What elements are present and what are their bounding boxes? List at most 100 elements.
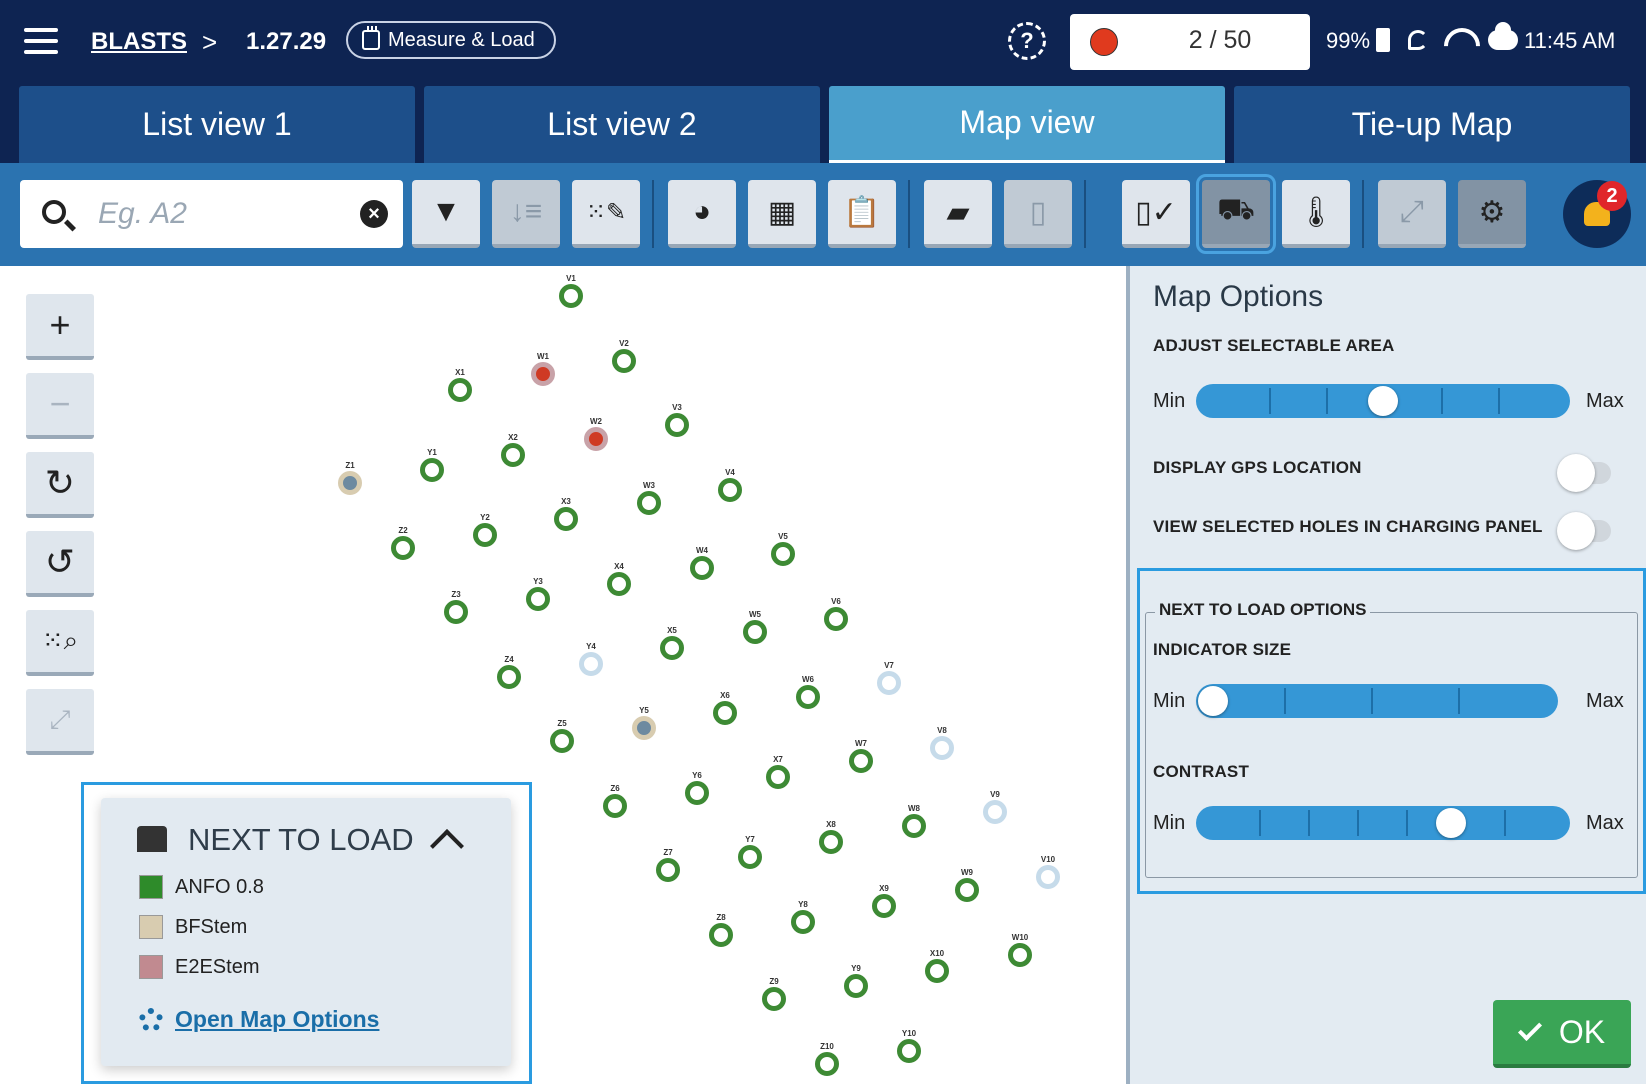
document-view-button[interactable]: ▯ (1004, 180, 1072, 248)
hole-marker (550, 729, 574, 753)
hole-label: Z4 (504, 654, 514, 664)
hole-label: Z6 (610, 783, 620, 793)
tab-list-view-2[interactable]: List view 2 (424, 86, 820, 163)
hole-label: V7 (884, 661, 894, 670)
hole-label: W1 (537, 352, 549, 361)
hole-label: Z7 (663, 848, 673, 857)
shovel-button[interactable]: ◕ (668, 180, 736, 248)
redo-button[interactable]: ↻ (26, 452, 94, 518)
hole-marker (665, 413, 689, 437)
hole-label: W10 (1011, 932, 1029, 942)
slider-knob[interactable] (1368, 386, 1398, 416)
view-selected-label: VIEW SELECTED HOLES IN CHARGING PANEL (1153, 517, 1543, 536)
hole-label: V3 (672, 403, 682, 412)
slider-tick (1441, 388, 1443, 414)
hole-label: W2 (590, 416, 602, 426)
tie-button[interactable]: ⤢ (1378, 180, 1446, 248)
hole-label: Y1 (427, 448, 437, 457)
battery-icon (1376, 28, 1390, 52)
hole-label: W4 (696, 545, 708, 555)
legend-title: NEXT TO LOAD (188, 822, 414, 857)
hole-marker (766, 765, 790, 789)
hole-marker (872, 894, 896, 918)
next-to-load-button[interactable]: ⛟ (1196, 174, 1276, 254)
undo-button[interactable]: ↺ (26, 531, 94, 597)
breadcrumb-version: 1.27.29 (246, 28, 327, 55)
hole-label: X4 (614, 561, 624, 571)
minus-icon: − (49, 383, 71, 424)
hole-marker (391, 535, 415, 560)
settings-button[interactable]: ⚙ (1458, 180, 1526, 248)
hole-marker (1008, 942, 1032, 967)
tab-map-view[interactable]: Map view (829, 86, 1225, 163)
sort-button[interactable]: ↓≡ (492, 180, 560, 248)
tab-tie-up-map[interactable]: Tie-up Map (1234, 86, 1630, 163)
undo-icon: ↺ (44, 541, 76, 582)
next-to-load-legend: NEXT TO LOAD ANFO 0.8 BFStem E2EStem Ope… (101, 798, 511, 1066)
gps-toggle[interactable] (1553, 452, 1617, 492)
clipboard-button[interactable]: 📋 (828, 180, 896, 248)
hole-label: Z8 (716, 912, 726, 922)
adjust-area-slider[interactable] (1196, 384, 1570, 418)
charge-check-button[interactable]: ▯✓ (1122, 180, 1190, 248)
hole-marker (603, 793, 627, 818)
search-input[interactable] (98, 194, 358, 234)
slider-knob[interactable] (1198, 686, 1228, 716)
legend-swatch (139, 915, 163, 939)
ok-button[interactable]: OK (1493, 1000, 1631, 1068)
hole-label: V9 (990, 790, 1000, 799)
hole-marker (877, 671, 901, 695)
clock: 11:45 AM (1524, 28, 1616, 53)
battery-level: 99% (1326, 28, 1371, 53)
toolbar-divider (1362, 180, 1364, 248)
hole-label: Y3 (533, 577, 543, 586)
temperature-button[interactable]: 🌡 (1282, 180, 1350, 248)
ok-label: OK (1558, 1013, 1606, 1050)
open-map-options-link[interactable]: Open Map Options (139, 1006, 379, 1033)
help-icon[interactable]: ? (1008, 22, 1046, 60)
indicator-size-slider[interactable] (1196, 684, 1558, 718)
open-map-options-label: Open Map Options (175, 1006, 380, 1032)
breadcrumb-blasts[interactable]: BLASTS (91, 26, 187, 58)
sort-icon: ↓≡ (509, 195, 543, 228)
mode-pill[interactable]: Measure & Load (346, 21, 556, 59)
tab-list-view-1[interactable]: List view 1 (19, 86, 415, 163)
hole-label: V10 (1040, 854, 1056, 864)
hole-marker (819, 829, 843, 854)
hole-marker (762, 987, 786, 1011)
open-folder-button[interactable]: ▰ (924, 180, 992, 248)
chevron-up-icon[interactable] (430, 829, 464, 863)
hole-marker (607, 571, 631, 596)
edit-pattern-button[interactable]: ⁙✎ (572, 180, 640, 248)
hole-label: X5 (667, 626, 677, 635)
zoom-out-button[interactable]: − (26, 373, 94, 439)
truck-icon (137, 826, 167, 852)
view-selected-toggle[interactable] (1553, 510, 1617, 550)
hole-marker (983, 800, 1007, 824)
menu-icon[interactable] (24, 28, 58, 56)
clear-icon[interactable]: × (360, 200, 388, 228)
slider-tick (1326, 388, 1328, 414)
hole-marker (637, 491, 661, 515)
grid-button[interactable]: ▦ (748, 180, 816, 248)
record-icon (1090, 28, 1118, 56)
document-view-icon: ▯ (1029, 195, 1047, 229)
slider-knob[interactable] (1436, 808, 1466, 838)
truck-icon: ⛟ (1217, 193, 1255, 226)
zoom-selection-button[interactable]: ⁙⌕ (26, 610, 94, 676)
slider-tick (1269, 388, 1271, 414)
hole-marker (612, 348, 636, 373)
fit-screen-button[interactable]: ⤢ (26, 689, 94, 755)
clipboard-icon: 📋 (843, 195, 881, 229)
hole-marker (685, 780, 709, 805)
slider-tick (1357, 810, 1359, 836)
record-counter[interactable]: 2 / 50 (1070, 14, 1310, 70)
zoom-in-button[interactable]: + (26, 294, 94, 360)
hole-label: X6 (720, 690, 730, 700)
filter-button[interactable]: ▼ (412, 180, 480, 248)
hole-marker (849, 749, 873, 773)
hole-label: Y7 (745, 835, 755, 844)
contrast-slider[interactable] (1196, 806, 1570, 840)
adjust-area-max: Max (1586, 390, 1624, 412)
hole-label: X10 (929, 948, 945, 958)
